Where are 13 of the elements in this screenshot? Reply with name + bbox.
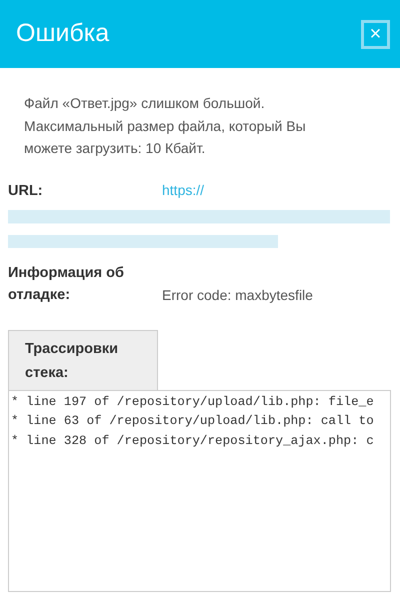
message-text: можете загрузить: 10 Кбайт. [24,139,206,158]
dialog-title: Ошибка [16,18,110,50]
stack-trace-line: * line 63 of /repository/upload/lib.php: call to [11,413,375,430]
stack-trace-line: * line 197 of /repository/upload/lib.php: file_e [11,394,375,410]
message-text: Файл «Ответ.jpg» слишком большой. [24,94,266,113]
url-link[interactable]: https:// [162,180,204,200]
field-label: URL: [8,182,44,200]
stack-trace-line: * line 328 of /repository/repository_ajax.php: c [11,433,375,450]
field-label: Информация об отладке: [8,264,125,304]
close-button[interactable]: × [361,20,390,48]
stack-trace-tab[interactable]: Трассировки стека: [8,330,158,390]
field-value: Error code: maxbytesfile [162,286,313,305]
message-text: Максимальный размер файла, который Вы [24,116,307,136]
